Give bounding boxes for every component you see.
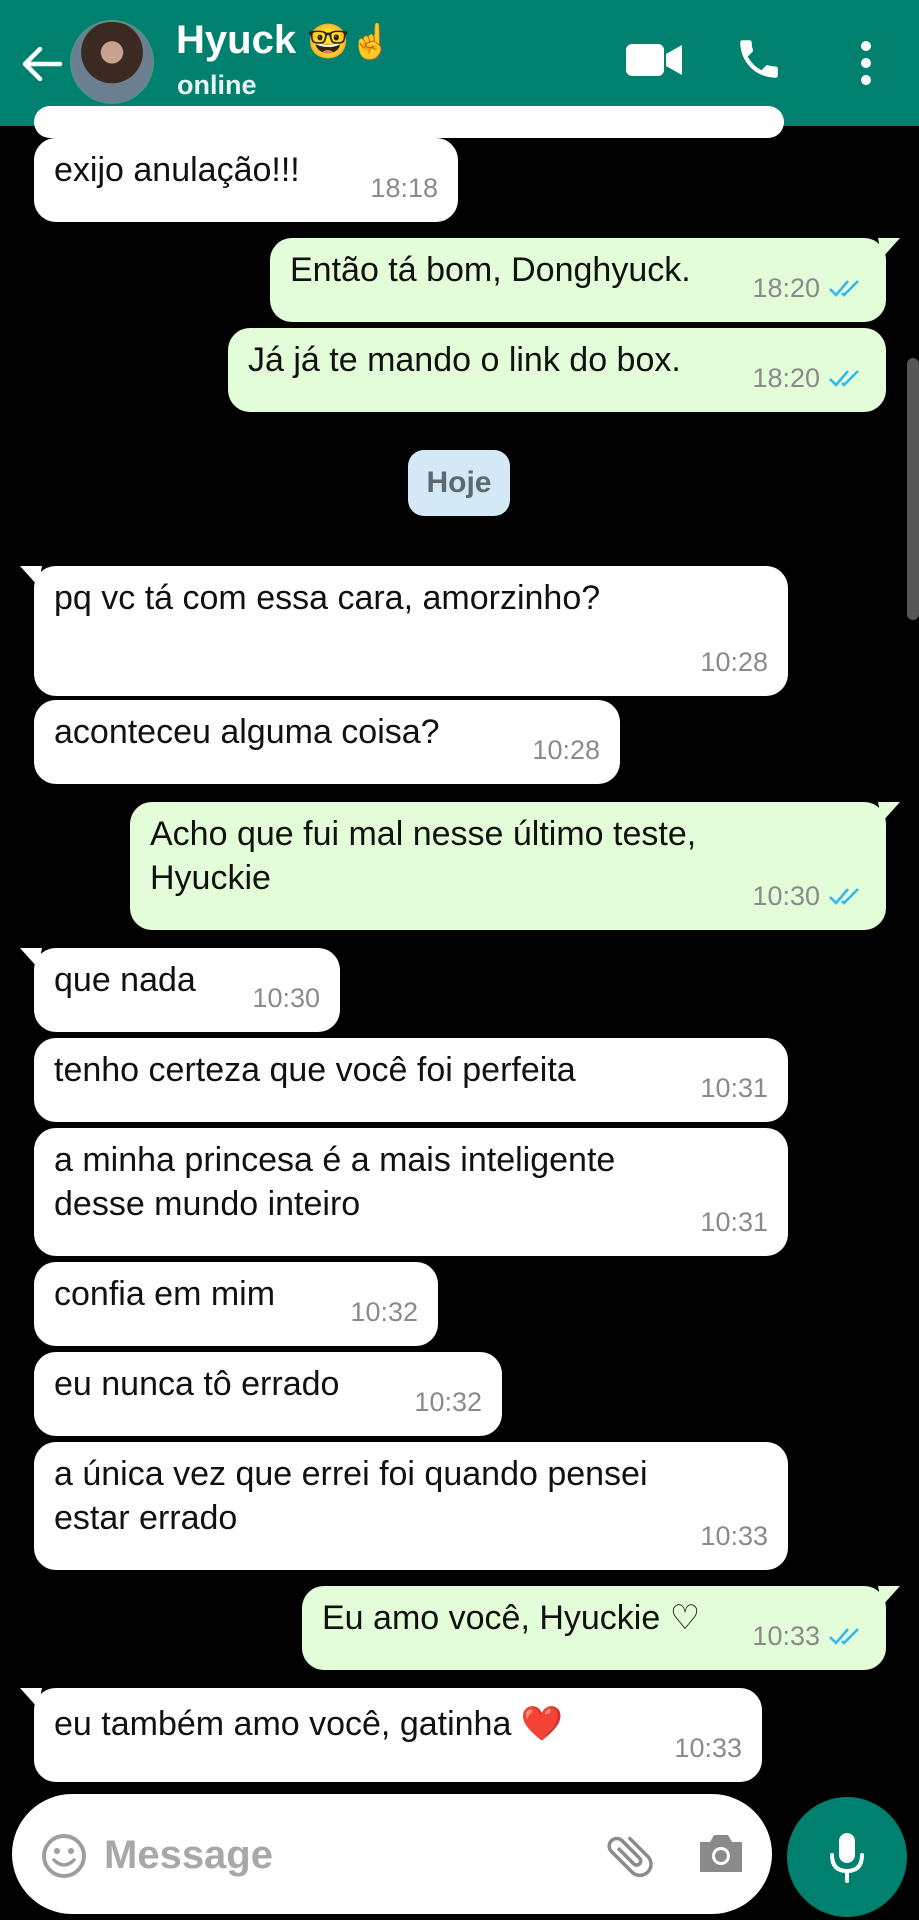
voice-message-button[interactable] <box>787 1797 907 1917</box>
message-bubble-partial <box>34 106 784 138</box>
message-bubble-incoming[interactable]: a minha princesa é a mais inteligente de… <box>34 1128 788 1256</box>
message-bubble-outgoing[interactable]: Acho que fui mal nesse último teste, Hyu… <box>130 802 900 930</box>
bubble-tail <box>20 1688 42 1708</box>
message-time: 10:32 <box>414 1387 482 1417</box>
message-time: 10:33 <box>674 1733 742 1763</box>
message-bubble-incoming[interactable]: tenho certeza que você foi perfeita 10:3… <box>34 1038 788 1122</box>
contact-status: online <box>177 70 257 100</box>
camera-icon[interactable] <box>696 1830 746 1876</box>
read-receipt-icon <box>829 1628 859 1645</box>
scrollbar[interactable] <box>907 358 919 620</box>
read-receipt-icon <box>829 280 859 297</box>
read-receipt-icon <box>829 888 859 905</box>
message-time: 10:33 <box>700 1521 768 1551</box>
message-time: 10:33 <box>752 1621 820 1651</box>
emoji-icon[interactable] <box>40 1832 88 1880</box>
message-time: 18:20 <box>752 363 820 393</box>
bubble-tail <box>878 802 900 822</box>
message-time: 10:28 <box>700 647 768 677</box>
message-bubble-outgoing[interactable]: Já já te mando o link do box. 18:20 <box>228 328 886 412</box>
message-time: 10:30 <box>752 881 820 911</box>
back-arrow-icon[interactable] <box>20 44 64 84</box>
contact-name-text: Hyuck <box>176 18 297 62</box>
message-time: 18:20 <box>752 273 820 303</box>
message-text: a minha princesa é a mais inteligente de… <box>54 1141 616 1223</box>
message-bubble-outgoing[interactable]: Então tá bom, Donghyuck. 18:20 <box>270 238 900 322</box>
bubble-tail <box>878 1586 900 1606</box>
message-time: 10:30 <box>252 983 320 1013</box>
message-time: 10:31 <box>700 1073 768 1103</box>
message-bubble-incoming[interactable]: eu nunca tô errado 10:32 <box>34 1352 502 1436</box>
message-bubble-incoming[interactable]: eu também amo você, gatinha ❤️ 10:33 <box>20 1688 762 1782</box>
bubble-tail <box>20 948 42 968</box>
message-text: eu também amo você, gatinha ❤️ <box>54 1705 564 1743</box>
message-text: a única vez que errei foi quando pensei … <box>54 1455 648 1537</box>
message-bubble-incoming[interactable]: aconteceu alguma coisa? 10:28 <box>34 700 620 784</box>
date-separator: Hoje <box>408 450 510 516</box>
message-list[interactable]: exijo anulação!!! 18:18 Então tá bom, Do… <box>0 106 919 1786</box>
message-time: 10:28 <box>532 735 600 765</box>
message-time: 10:31 <box>700 1207 768 1237</box>
message-input[interactable] <box>102 1824 586 1886</box>
message-text: tenho certeza que você foi perfeita <box>54 1051 576 1089</box>
bubble-tail <box>20 566 42 586</box>
message-composer <box>12 1794 772 1914</box>
message-time: 18:18 <box>370 173 438 203</box>
contact-name[interactable]: Hyuck 🤓☝️ <box>176 18 392 63</box>
message-bubble-incoming[interactable]: pq vc tá com essa cara, amorzinho? 10:28 <box>20 566 788 696</box>
video-call-icon[interactable] <box>626 40 684 80</box>
message-text: pq vc tá com essa cara, amorzinho? <box>54 579 601 617</box>
message-bubble-incoming[interactable]: exijo anulação!!! 18:18 <box>34 138 458 222</box>
phone-icon[interactable] <box>734 34 784 84</box>
message-bubble-incoming[interactable]: a única vez que errei foi quando pensei … <box>34 1442 788 1570</box>
bubble-tail <box>878 238 900 258</box>
message-time: 10:32 <box>350 1297 418 1327</box>
mic-icon <box>830 1833 864 1883</box>
read-receipt-icon <box>829 370 859 387</box>
message-bubble-incoming[interactable]: confia em mim 10:32 <box>34 1262 438 1346</box>
contact-avatar[interactable] <box>70 20 154 104</box>
more-options-icon[interactable] <box>856 38 876 88</box>
message-text: aconteceu alguma coisa? <box>54 713 440 751</box>
message-bubble-outgoing[interactable]: Eu amo você, Hyuckie ♡ 10:33 <box>302 1586 900 1670</box>
message-bubble-incoming[interactable]: que nada 10:30 <box>20 948 340 1032</box>
contact-name-emojis: 🤓☝️ <box>307 23 392 61</box>
attach-icon[interactable] <box>602 1828 658 1884</box>
